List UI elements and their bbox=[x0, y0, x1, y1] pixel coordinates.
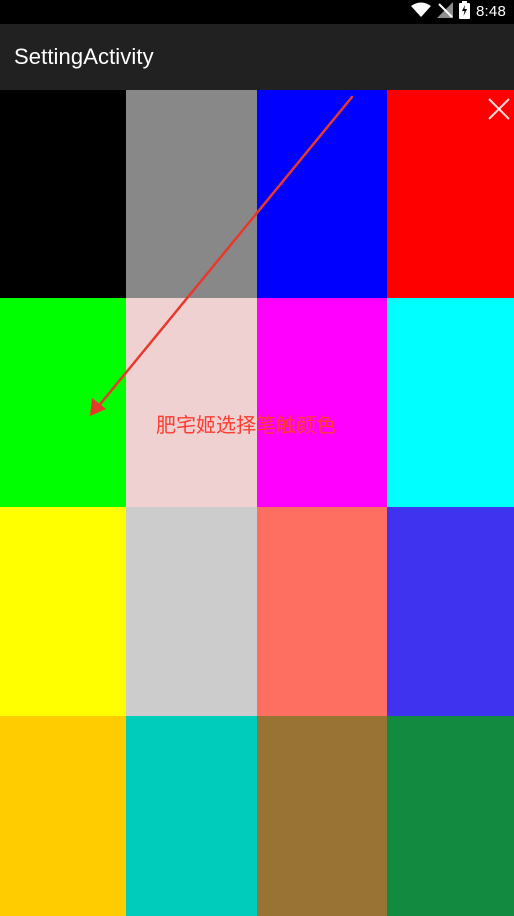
color-swatch[interactable] bbox=[257, 90, 387, 298]
color-swatch[interactable] bbox=[0, 90, 126, 298]
signal-icon bbox=[437, 2, 453, 22]
color-swatch[interactable] bbox=[126, 507, 257, 716]
color-swatch[interactable] bbox=[0, 507, 126, 716]
status-time: 8:48 bbox=[476, 3, 506, 20]
color-swatch[interactable] bbox=[387, 507, 514, 716]
status-bar: 8:48 bbox=[0, 0, 514, 24]
color-swatch[interactable] bbox=[257, 507, 387, 716]
close-button[interactable] bbox=[486, 96, 512, 122]
app-bar: SettingActivity bbox=[0, 24, 514, 90]
color-palette-grid bbox=[0, 90, 514, 916]
color-swatch[interactable] bbox=[0, 716, 126, 916]
color-swatch[interactable] bbox=[257, 716, 387, 916]
battery-icon bbox=[459, 1, 470, 23]
color-swatch[interactable] bbox=[126, 716, 257, 916]
status-icons: 8:48 bbox=[411, 0, 506, 24]
color-swatch[interactable] bbox=[126, 298, 257, 507]
annotation-text: 肥宅姬选择笔触颜色 bbox=[156, 413, 336, 437]
color-swatch[interactable] bbox=[257, 298, 387, 507]
color-swatch[interactable] bbox=[0, 298, 126, 507]
color-swatch[interactable] bbox=[387, 298, 514, 507]
app-title: SettingActivity bbox=[14, 44, 154, 69]
color-swatch[interactable] bbox=[387, 716, 514, 916]
wifi-icon bbox=[411, 2, 431, 22]
color-swatch[interactable] bbox=[126, 90, 257, 298]
close-icon bbox=[488, 98, 510, 120]
